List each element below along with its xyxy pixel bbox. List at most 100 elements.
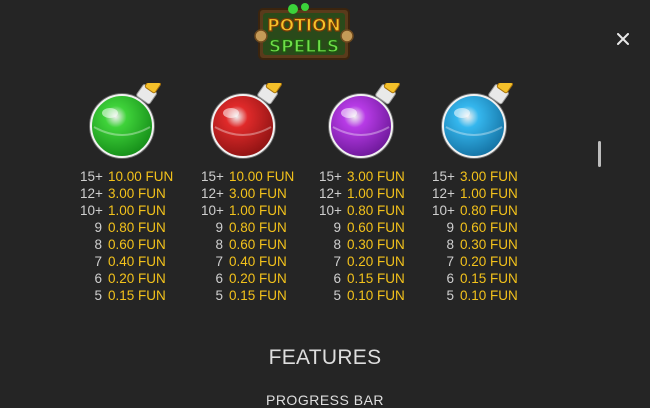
symbol-count: 12+ <box>201 186 224 201</box>
payout-row: 10+ 0.80 FUN <box>432 202 518 219</box>
symbol-count: 12+ <box>319 186 342 201</box>
symbol-count: 10+ <box>201 203 224 218</box>
payout-row: 6 0.20 FUN <box>80 270 173 287</box>
green-potion-icon <box>88 77 178 173</box>
symbol-count: 7 <box>94 254 102 269</box>
symbol-count: 7 <box>215 254 223 269</box>
payout-row: 10+ 1.00 FUN <box>80 202 173 219</box>
progress-bar-heading: PROGRESS BAR <box>265 392 385 408</box>
payout-value: 0.20 FUN <box>460 254 518 269</box>
payout-row: 6 0.15 FUN <box>432 270 518 287</box>
payout-row: 7 0.20 FUN <box>432 253 518 270</box>
payout-row: 9 0.80 FUN <box>80 219 173 236</box>
svg-text:SPELLS: SPELLS <box>269 37 339 57</box>
payout-value: 1.00 FUN <box>229 203 287 218</box>
logo-graphic: POTION SPELLS <box>254 3 354 60</box>
payout-value: 0.40 FUN <box>229 254 287 269</box>
payout-value: 0.80 FUN <box>460 203 518 218</box>
close-button[interactable] <box>611 27 635 51</box>
payout-value: 0.20 FUN <box>108 271 166 286</box>
payout-value: 1.00 FUN <box>460 186 518 201</box>
svg-text:POTION: POTION <box>267 16 341 36</box>
symbol-count: 6 <box>94 271 102 286</box>
payout-row: 8 0.30 FUN <box>319 236 405 253</box>
blue-potion-icon <box>440 77 530 173</box>
purple-potion-icon <box>327 77 417 173</box>
payout-value: 0.60 FUN <box>347 220 405 235</box>
symbol-count: 5 <box>94 288 102 303</box>
payout-row: 12+ 3.00 FUN <box>80 185 173 202</box>
symbol-count: 6 <box>215 271 223 286</box>
payout-value: 0.30 FUN <box>460 237 518 252</box>
payout-row: 5 0.15 FUN <box>80 287 173 304</box>
symbol-count: 7 <box>333 254 341 269</box>
payout-row: 15+ 10.00 FUN <box>201 168 294 185</box>
payout-value: 3.00 FUN <box>108 186 166 201</box>
potion-spells-logo: POTION SPELLS <box>253 3 355 63</box>
payout-value: 0.60 FUN <box>229 237 287 252</box>
symbol-count: 15+ <box>319 169 342 184</box>
payout-value: 0.15 FUN <box>460 271 518 286</box>
symbol-count: 9 <box>446 220 454 235</box>
payout-row: 5 0.15 FUN <box>201 287 294 304</box>
payout-row: 9 0.80 FUN <box>201 219 294 236</box>
payout-value: 3.00 FUN <box>229 186 287 201</box>
payout-row: 8 0.60 FUN <box>80 236 173 253</box>
features-heading: FEATURES <box>268 346 382 369</box>
payout-value: 1.00 FUN <box>347 186 405 201</box>
payout-value: 0.20 FUN <box>229 271 287 286</box>
payout-row: 10+ 0.80 FUN <box>319 202 405 219</box>
symbol-count: 12+ <box>432 186 455 201</box>
payout-row: 6 0.15 FUN <box>319 270 405 287</box>
payout-row: 12+ 1.00 FUN <box>432 185 518 202</box>
symbol-count: 5 <box>333 288 341 303</box>
symbol-count: 6 <box>446 271 454 286</box>
payout-row: 15+ 10.00 FUN <box>80 168 173 185</box>
payout-row: 8 0.30 FUN <box>432 236 518 253</box>
payout-value: 0.80 FUN <box>229 220 287 235</box>
payout-value: 0.60 FUN <box>460 220 518 235</box>
symbol-count: 9 <box>215 220 223 235</box>
payout-value: 10.00 FUN <box>229 169 295 184</box>
payout-value: 3.00 FUN <box>460 169 518 184</box>
payout-value: 0.30 FUN <box>347 237 405 252</box>
payout-row: 15+ 3.00 FUN <box>319 168 405 185</box>
symbol-count: 15+ <box>432 169 455 184</box>
payout-value: 0.60 FUN <box>108 237 166 252</box>
payout-row: 7 0.20 FUN <box>319 253 405 270</box>
payout-row: 8 0.60 FUN <box>201 236 294 253</box>
payout-value: 0.80 FUN <box>108 220 166 235</box>
payout-value: 0.15 FUN <box>108 288 166 303</box>
symbol-count: 8 <box>215 237 223 252</box>
symbol-count: 10+ <box>432 203 455 218</box>
payout-row: 7 0.40 FUN <box>201 253 294 270</box>
symbol-count: 5 <box>446 288 454 303</box>
symbol-count: 8 <box>333 237 341 252</box>
payout-row: 9 0.60 FUN <box>319 219 405 236</box>
symbol-count: 9 <box>94 220 102 235</box>
payout-value: 0.20 FUN <box>347 254 405 269</box>
payout-value: 0.80 FUN <box>347 203 405 218</box>
symbol-count: 7 <box>446 254 454 269</box>
scrollbar-thumb[interactable] <box>598 141 601 167</box>
payout-row: 7 0.40 FUN <box>80 253 173 270</box>
symbol-count: 12+ <box>80 186 103 201</box>
payout-value: 0.40 FUN <box>108 254 166 269</box>
symbol-count: 10+ <box>319 203 342 218</box>
payout-value: 3.00 FUN <box>347 169 405 184</box>
symbol-count: 5 <box>215 288 223 303</box>
payout-row: 15+ 3.00 FUN <box>432 168 518 185</box>
payout-value: 0.15 FUN <box>347 271 405 286</box>
payout-row: 9 0.60 FUN <box>432 219 518 236</box>
payout-row: 6 0.20 FUN <box>201 270 294 287</box>
payout-row: 5 0.10 FUN <box>432 287 517 304</box>
close-icon <box>617 33 629 45</box>
payout-row: 12+ 1.00 FUN <box>319 185 405 202</box>
symbol-count: 15+ <box>201 169 224 184</box>
symbol-count: 9 <box>333 220 341 235</box>
payout-row: 10+ 1.00 FUN <box>201 202 294 219</box>
symbol-count: 6 <box>333 271 341 286</box>
symbol-count: 10+ <box>80 203 103 218</box>
payout-value: 1.00 FUN <box>108 203 166 218</box>
symbol-count: 8 <box>94 237 102 252</box>
